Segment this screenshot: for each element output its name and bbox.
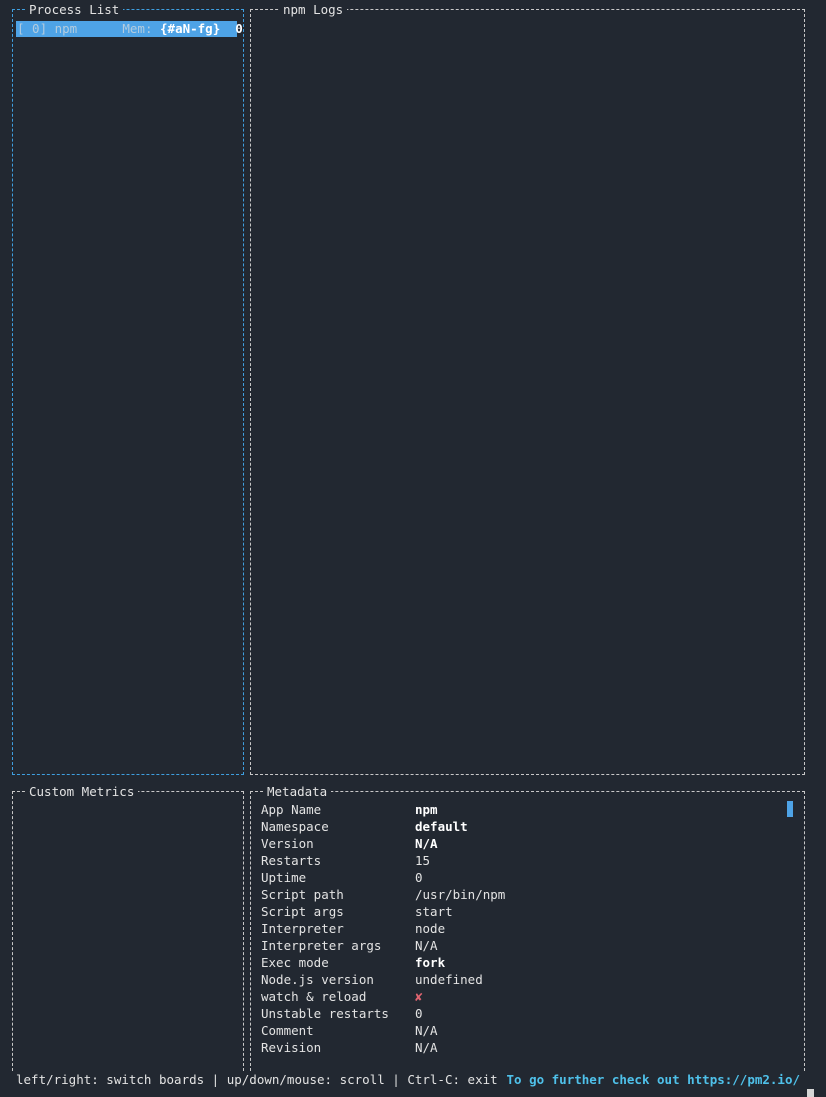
terminal-cursor bbox=[807, 1089, 814, 1097]
process-list-title: Process List bbox=[25, 1, 124, 18]
process-count: 0 bbox=[235, 21, 243, 36]
metadata-key: Interpreter args bbox=[261, 938, 382, 953]
logs-title: npm Logs bbox=[279, 1, 348, 18]
metadata-key: Unstable restarts bbox=[261, 1006, 389, 1021]
metadata-key: Script path bbox=[261, 887, 344, 902]
metadata-value: undefined bbox=[415, 972, 483, 987]
metadata-key: Revision bbox=[261, 1040, 322, 1055]
metadata-value: N/A bbox=[415, 938, 438, 953]
metadata-key: Interpreter bbox=[261, 921, 344, 936]
metadata-value: /usr/bin/npm bbox=[415, 887, 506, 902]
cross-icon: ✘ bbox=[415, 989, 423, 1004]
metadata-value: N/A bbox=[415, 836, 438, 851]
logs-panel[interactable]: npm Logs bbox=[250, 1, 805, 775]
metadata-key: App Name bbox=[261, 802, 322, 817]
process-row[interactable]: [ 0] npm Mem: {#aN-fg} 0 bbox=[16, 21, 243, 37]
metadata-key: Restarts bbox=[261, 853, 322, 868]
metadata-key: Uptime bbox=[261, 870, 307, 885]
metadata-value: 0 bbox=[415, 870, 423, 885]
metadata-value: fork bbox=[415, 955, 446, 970]
metadata-value: node bbox=[415, 921, 446, 936]
metadata-key: Script args bbox=[261, 904, 344, 919]
pm2-link[interactable]: To go further check out https://pm2.io/ bbox=[507, 1071, 801, 1089]
custom-metrics-title: Custom Metrics bbox=[25, 783, 139, 800]
metadata-key: Comment bbox=[261, 1023, 314, 1038]
metadata-value: 15 bbox=[415, 853, 431, 868]
keyboard-help: left/right: switch boards | up/down/mous… bbox=[16, 1072, 498, 1087]
process-id-label: [ 0] npm bbox=[17, 21, 78, 36]
process-list-panel[interactable]: Process List [ 0] npm Mem: {#aN-fg} 0 bbox=[12, 1, 244, 775]
metadata-key: Exec mode bbox=[261, 955, 329, 970]
metadata-key: Node.js version bbox=[261, 972, 374, 987]
metadata-key: Namespace bbox=[261, 819, 329, 834]
process-mem-label: Mem: bbox=[122, 21, 153, 36]
metadata-title: Metadata bbox=[263, 783, 332, 800]
metadata-scrollbar[interactable] bbox=[787, 801, 793, 817]
metadata-value: N/A bbox=[415, 1040, 438, 1055]
metadata-panel[interactable]: Metadata App Name npm Namespace default Vers… bbox=[250, 783, 805, 1071]
metadata-value: default bbox=[415, 819, 468, 834]
metadata-value: N/A bbox=[415, 1023, 438, 1038]
metadata-value: 0 bbox=[415, 1006, 423, 1021]
metadata-value: npm bbox=[415, 802, 438, 817]
process-mem-value: {#aN-fg} bbox=[160, 21, 221, 36]
metadata-key: Version bbox=[261, 836, 314, 851]
custom-metrics-panel[interactable]: Custom Metrics bbox=[12, 783, 244, 1071]
metadata-key: watch & reload bbox=[261, 989, 367, 1004]
metadata-value: start bbox=[415, 904, 453, 919]
